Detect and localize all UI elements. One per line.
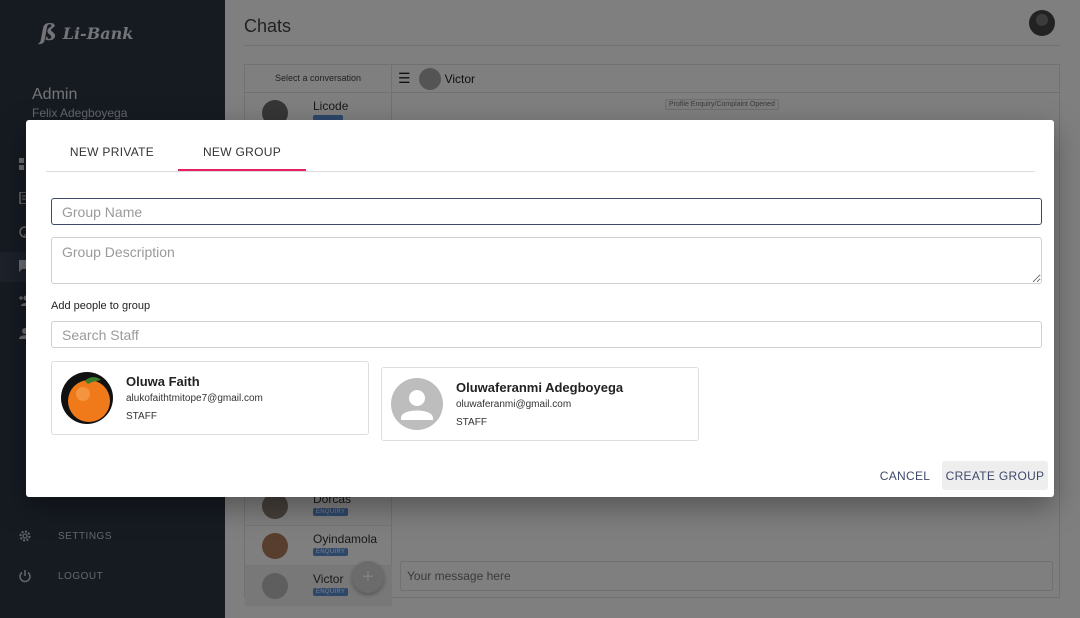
new-chat-dialog: NEW PRIVATE CHAT NEW GROUP Add people to… (26, 120, 1054, 497)
group-description-input[interactable] (51, 237, 1042, 284)
staff-name: Oluwaferanmi Adegboyega (456, 380, 624, 395)
staff-email: alukofaithtmitope7@gmail.com (126, 393, 263, 404)
avatar (61, 372, 113, 424)
staff-card[interactable]: Oluwaferanmi Adegboyega oluwaferanmi@gma… (381, 367, 699, 441)
staff-name: Oluwa Faith (126, 374, 200, 389)
search-staff-input[interactable] (51, 321, 1042, 348)
dialog-tabs: NEW PRIVATE CHAT NEW GROUP (46, 120, 1035, 223)
create-group-button[interactable]: CREATE GROUP (942, 461, 1048, 490)
cancel-button[interactable]: CANCEL (874, 461, 936, 490)
staff-email: oluwaferanmi@gmail.com (456, 399, 572, 410)
tab-new-private-chat[interactable]: NEW PRIVATE CHAT (46, 120, 178, 223)
person-icon (391, 378, 443, 430)
staff-role: STAFF (456, 417, 487, 428)
tab-indicator (178, 169, 306, 171)
group-name-input[interactable] (51, 198, 1042, 225)
staff-card[interactable]: Oluwa Faith alukofaithtmitope7@gmail.com… (51, 361, 369, 435)
tab-new-group[interactable]: NEW GROUP (178, 120, 306, 172)
avatar (391, 378, 443, 430)
staff-role: STAFF (126, 411, 157, 422)
add-people-label: Add people to group (51, 300, 151, 312)
